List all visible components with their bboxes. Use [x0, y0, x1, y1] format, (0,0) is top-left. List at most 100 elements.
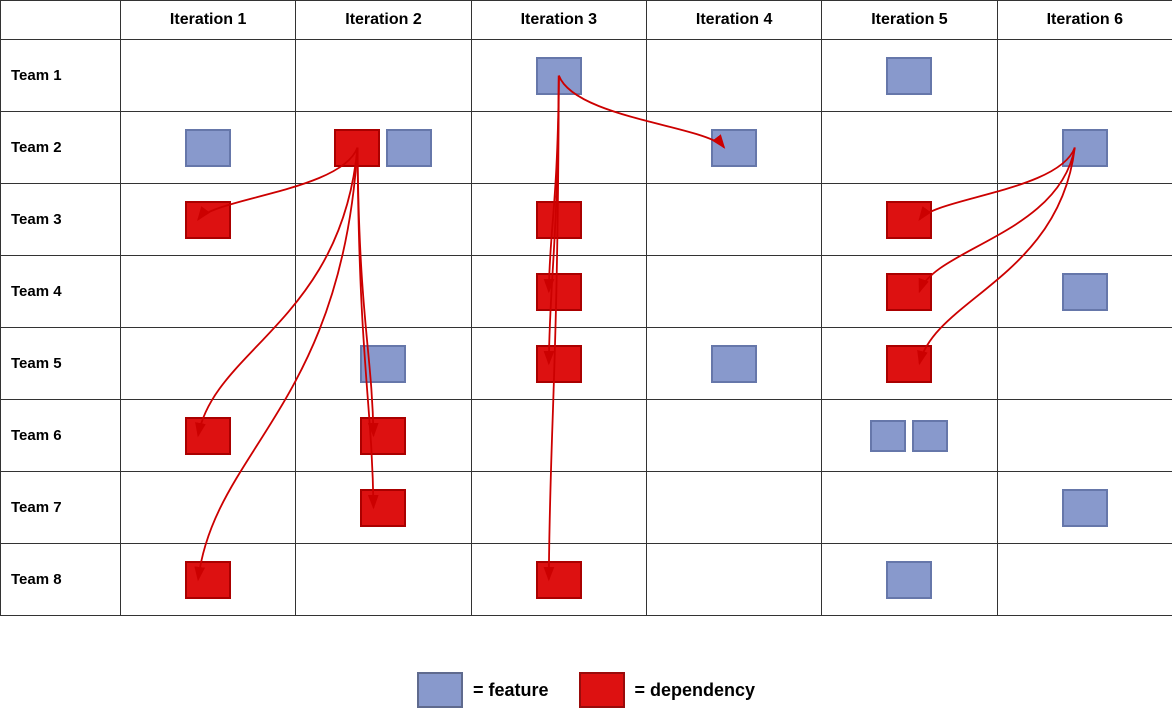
team8-iter3-dependency	[536, 561, 582, 599]
team7-iter2-dependency	[360, 489, 406, 527]
team1-iter5-feature	[886, 57, 932, 95]
team6-iter2	[296, 400, 471, 472]
team2-iter5	[822, 112, 997, 184]
team4-iter6-feature	[1062, 273, 1108, 311]
team8-iter6	[997, 544, 1172, 616]
dependency-legend-box	[579, 672, 625, 708]
team2-iter6	[997, 112, 1172, 184]
feature-legend-label: = feature	[473, 680, 549, 701]
team8-iter1	[121, 544, 296, 616]
dependency-legend-label: = dependency	[635, 680, 756, 701]
team5-iter6	[997, 328, 1172, 400]
header-iter6: Iteration 6	[997, 1, 1172, 40]
team1-iter3	[471, 40, 646, 112]
team3-iter5	[822, 184, 997, 256]
team1-iter6	[997, 40, 1172, 112]
team6-iter3	[471, 400, 646, 472]
team7-iter6	[997, 472, 1172, 544]
table-row: Team 5	[1, 328, 1172, 400]
header-iter1: Iteration 1	[121, 1, 296, 40]
team6-iter4	[646, 400, 821, 472]
team6-iter1-dependency	[185, 417, 231, 455]
team2-iter1-feature	[185, 129, 231, 167]
team3-iter3	[471, 184, 646, 256]
team1-iter5	[822, 40, 997, 112]
team5-iter5	[822, 328, 997, 400]
team5-iter4	[646, 328, 821, 400]
header-iter2: Iteration 2	[296, 1, 471, 40]
main-container: Iteration 1 Iteration 2 Iteration 3 Iter…	[0, 0, 1172, 716]
team4-label: Team 4	[1, 256, 121, 328]
team6-iter5	[822, 400, 997, 472]
team8-iter5	[822, 544, 997, 616]
team4-iter3	[471, 256, 646, 328]
team2-iter6-feature	[1062, 129, 1108, 167]
team6-iter1	[121, 400, 296, 472]
team7-iter5	[822, 472, 997, 544]
team7-iter2	[296, 472, 471, 544]
team3-iter1-dependency	[185, 201, 231, 239]
team8-iter1-dependency	[185, 561, 231, 599]
team3-iter2	[296, 184, 471, 256]
header-empty	[1, 1, 121, 40]
team4-iter6	[997, 256, 1172, 328]
team4-iter5	[822, 256, 997, 328]
team8-iter3	[471, 544, 646, 616]
team6-iter6	[997, 400, 1172, 472]
team1-iter3-feature	[536, 57, 582, 95]
header-iter5: Iteration 5	[822, 1, 997, 40]
team5-iter2-feature	[360, 345, 406, 383]
team2-iter2-dependency	[334, 129, 380, 167]
team2-iter2	[296, 112, 471, 184]
team2-iter3	[471, 112, 646, 184]
team1-iter1	[121, 40, 296, 112]
team2-iter4-feature	[711, 129, 757, 167]
header-iter3: Iteration 3	[471, 1, 646, 40]
feature-legend-box	[417, 672, 463, 708]
team4-iter5-dependency	[886, 273, 932, 311]
team5-iter1	[121, 328, 296, 400]
team5-label: Team 5	[1, 328, 121, 400]
table-row: Team 3	[1, 184, 1172, 256]
team2-label: Team 2	[1, 112, 121, 184]
team2-iter2-feature	[386, 129, 432, 167]
team3-iter3-dependency	[536, 201, 582, 239]
team5-iter2	[296, 328, 471, 400]
program-board: Iteration 1 Iteration 2 Iteration 3 Iter…	[0, 0, 1172, 616]
table-row: Team 4	[1, 256, 1172, 328]
team1-label: Team 1	[1, 40, 121, 112]
legend-area: = feature = dependency	[0, 660, 1172, 716]
team1-iter4	[646, 40, 821, 112]
header-iter4: Iteration 4	[646, 1, 821, 40]
team8-label: Team 8	[1, 544, 121, 616]
team1-iter2	[296, 40, 471, 112]
team5-iter5-dependency	[886, 345, 932, 383]
team8-iter4	[646, 544, 821, 616]
team6-iter5b-feature	[912, 420, 948, 452]
team7-iter4	[646, 472, 821, 544]
team3-iter6	[997, 184, 1172, 256]
team3-iter1	[121, 184, 296, 256]
team4-iter1	[121, 256, 296, 328]
feature-legend: = feature	[417, 672, 549, 708]
grid-area: Iteration 1 Iteration 2 Iteration 3 Iter…	[0, 0, 1172, 660]
team2-iter4	[646, 112, 821, 184]
team2-iter1	[121, 112, 296, 184]
team6-label: Team 6	[1, 400, 121, 472]
team7-iter1	[121, 472, 296, 544]
table-row: Team 1	[1, 40, 1172, 112]
team3-iter4	[646, 184, 821, 256]
team4-iter4	[646, 256, 821, 328]
team3-iter5-dependency	[886, 201, 932, 239]
team6-iter5a-feature	[870, 420, 906, 452]
table-row: Team 6	[1, 400, 1172, 472]
team7-label: Team 7	[1, 472, 121, 544]
dependency-legend: = dependency	[579, 672, 756, 708]
team4-iter2	[296, 256, 471, 328]
team5-iter3	[471, 328, 646, 400]
team3-label: Team 3	[1, 184, 121, 256]
table-row: Team 2	[1, 112, 1172, 184]
team5-iter3-dependency	[536, 345, 582, 383]
team7-iter3	[471, 472, 646, 544]
team5-iter4-feature	[711, 345, 757, 383]
